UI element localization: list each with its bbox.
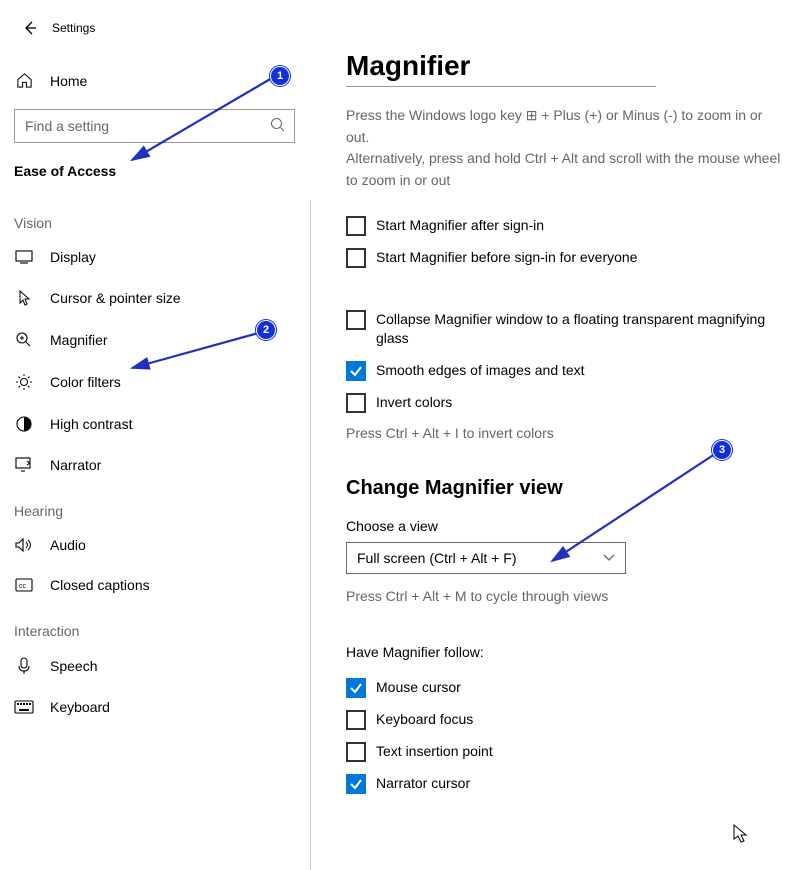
checkbox-box: [346, 248, 366, 268]
arrow-left-icon: [22, 20, 38, 36]
group-label-interaction: Interaction: [0, 605, 309, 645]
checkbox-box: [346, 393, 366, 413]
desc-line2: Alternatively, press and hold Ctrl + Alt…: [346, 150, 780, 188]
nav-label: Narrator: [50, 457, 101, 473]
speech-icon: [14, 657, 34, 675]
search-container: [14, 109, 295, 143]
checkbox-label: Text insertion point: [376, 742, 493, 762]
closed-captions-icon: cc: [14, 578, 34, 592]
sidebar-item-speech[interactable]: Speech: [0, 645, 309, 687]
description: Press the Windows logo key ⊞ + Plus (+) …: [346, 105, 783, 192]
sidebar-item-high-contrast[interactable]: High contrast: [0, 403, 309, 445]
mouse-cursor-icon: [733, 824, 749, 849]
page-title: Magnifier: [346, 50, 783, 82]
nav-label: Display: [50, 249, 96, 265]
checkbox-follow-mouse[interactable]: Mouse cursor: [346, 678, 783, 698]
chevron-down-icon: [603, 549, 615, 567]
checkbox-label: Smooth edges of images and text: [376, 361, 585, 381]
magnifier-icon: [14, 331, 34, 349]
checkbox-smooth[interactable]: Smooth edges of images and text: [346, 361, 783, 381]
sidebar-item-cursor[interactable]: Cursor & pointer size: [0, 277, 309, 319]
sidebar: Settings Home Ease of Access Vision Disp…: [0, 0, 310, 870]
checkbox-box: [346, 742, 366, 762]
group-label-vision: Vision: [0, 197, 309, 237]
audio-icon: [14, 537, 34, 553]
follow-label: Have Magnifier follow:: [346, 644, 783, 660]
keyboard-icon: [14, 700, 34, 714]
checkbox-box: [346, 678, 366, 698]
nav-label: Color filters: [50, 374, 121, 390]
checkbox-label: Narrator cursor: [376, 774, 470, 794]
nav-label: Magnifier: [50, 332, 108, 348]
window-title: Settings: [52, 21, 95, 35]
cursor-icon: [14, 289, 34, 307]
checkbox-label: Start Magnifier after sign-in: [376, 216, 544, 236]
annotation-badge-3: 3: [712, 440, 732, 460]
nav-label: High contrast: [50, 416, 132, 432]
annotation-badge-2: 2: [256, 320, 276, 340]
sidebar-item-color-filters[interactable]: Color filters: [0, 361, 309, 403]
back-button[interactable]: [16, 14, 44, 42]
home-label: Home: [50, 73, 87, 89]
section-change-view: Change Magnifier view: [346, 477, 783, 500]
desc-line1: Press the Windows logo key ⊞ + Plus (+) …: [346, 107, 762, 145]
invert-hint: Press Ctrl + Alt + I to invert colors: [346, 425, 783, 441]
annotation-badge-1: 1: [270, 66, 290, 86]
main-content: Magnifier Press the Windows logo key ⊞ +…: [310, 0, 807, 870]
checkbox-follow-text[interactable]: Text insertion point: [346, 742, 783, 762]
checkbox-box: [346, 710, 366, 730]
checkbox-label: Collapse Magnifier window to a floating …: [376, 310, 783, 349]
checkbox-box: [346, 774, 366, 794]
checkbox-start-before[interactable]: Start Magnifier before sign-in for every…: [346, 248, 783, 268]
sidebar-item-closed-captions[interactable]: cc Closed captions: [0, 565, 309, 605]
checkbox-box: [346, 216, 366, 236]
select-value: Full screen (Ctrl + Alt + F): [357, 550, 516, 566]
checkbox-label: Keyboard focus: [376, 710, 473, 730]
home-icon: [16, 72, 36, 89]
vertical-divider: [310, 200, 311, 870]
checkbox-follow-keyboard[interactable]: Keyboard focus: [346, 710, 783, 730]
view-select[interactable]: Full screen (Ctrl + Alt + F): [346, 542, 626, 574]
brightness-icon: [14, 373, 34, 391]
nav-label: Closed captions: [50, 577, 150, 593]
sidebar-item-home[interactable]: Home: [0, 62, 309, 99]
checkbox-label: Mouse cursor: [376, 678, 461, 698]
cycle-hint: Press Ctrl + Alt + M to cycle through vi…: [346, 588, 783, 604]
checkbox-invert[interactable]: Invert colors: [346, 393, 783, 413]
search-input[interactable]: [14, 109, 295, 143]
checkbox-box: [346, 361, 366, 381]
nav-label: Audio: [50, 537, 86, 553]
group-label-hearing: Hearing: [0, 485, 309, 525]
sidebar-item-display[interactable]: Display: [0, 237, 309, 277]
search-icon: [269, 116, 287, 139]
checkbox-box: [346, 310, 366, 330]
sidebar-item-audio[interactable]: Audio: [0, 525, 309, 565]
sidebar-item-keyboard[interactable]: Keyboard: [0, 687, 309, 727]
checkbox-follow-narrator[interactable]: Narrator cursor: [346, 774, 783, 794]
nav-label: Cursor & pointer size: [50, 290, 181, 306]
contrast-icon: [14, 415, 34, 433]
nav-label: Keyboard: [50, 699, 110, 715]
category-label: Ease of Access: [0, 155, 309, 197]
choose-view-label: Choose a view: [346, 518, 783, 534]
nav-label: Speech: [50, 658, 97, 674]
narrator-icon: [14, 457, 34, 473]
checkbox-label: Invert colors: [376, 393, 452, 413]
svg-text:cc: cc: [19, 583, 27, 590]
sidebar-item-narrator[interactable]: Narrator: [0, 445, 309, 485]
checkbox-label: Start Magnifier before sign-in for every…: [376, 248, 637, 268]
title-underline: [346, 86, 656, 87]
checkbox-start-after[interactable]: Start Magnifier after sign-in: [346, 216, 783, 236]
checkbox-collapse[interactable]: Collapse Magnifier window to a floating …: [346, 310, 783, 349]
display-icon: [14, 250, 34, 264]
